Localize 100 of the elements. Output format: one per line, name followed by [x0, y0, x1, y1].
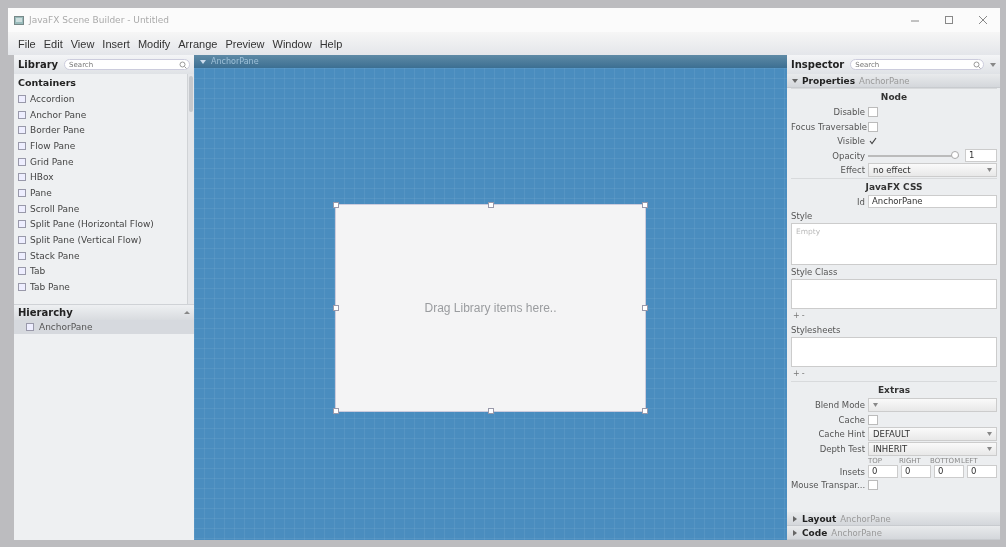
- inset-field[interactable]: 0: [868, 465, 898, 478]
- accordion-header[interactable]: Code AnchorPane: [787, 526, 1000, 540]
- panel-title: Inspector: [791, 59, 845, 70]
- caret-icon: [184, 309, 190, 316]
- accordion-title: Properties: [802, 75, 856, 86]
- property-label: Visible: [836, 136, 865, 147]
- checkbox[interactable]: [868, 107, 878, 118]
- menu-item[interactable]: Help: [319, 37, 343, 50]
- library-item[interactable]: Stack Pane: [18, 247, 183, 264]
- checkbox[interactable]: [868, 136, 878, 147]
- resize-handle[interactable]: [642, 305, 648, 311]
- library-item[interactable]: Pane: [18, 185, 183, 201]
- panel-title: Hierarchy: [18, 307, 73, 318]
- property-label: Style Class: [791, 266, 839, 277]
- checkbox[interactable]: [868, 121, 878, 132]
- dropdown[interactable]: [868, 398, 997, 413]
- library-item[interactable]: Split Pane (Vertical Flow): [18, 232, 183, 248]
- property-label: Effect: [839, 165, 865, 176]
- property-label: Mouse Transpar...: [791, 480, 865, 491]
- property-label: Insets: [838, 466, 865, 477]
- library-item[interactable]: Accordion: [18, 91, 183, 107]
- list-button[interactable]: +: [793, 312, 800, 320]
- app-icon: [14, 15, 24, 25]
- property-label: Id: [856, 196, 865, 207]
- maximize-icon: [944, 15, 954, 25]
- resize-handle[interactable]: [333, 408, 339, 414]
- resize-handle[interactable]: [487, 408, 494, 414]
- property-label: Depth Test: [818, 443, 865, 454]
- accordion-header[interactable]: Layout AnchorPane: [787, 512, 1000, 526]
- accordion-header[interactable]: Properties AnchorPane: [787, 74, 1000, 88]
- library-item[interactable]: Scroll Pane: [18, 200, 183, 217]
- slider-thumb[interactable]: [951, 150, 959, 159]
- checkbox[interactable]: [868, 414, 878, 425]
- menu-item[interactable]: View: [70, 37, 95, 50]
- library-item[interactable]: Flow Pane: [18, 138, 183, 154]
- search-icon: [973, 61, 981, 69]
- menu-item[interactable]: File: [18, 37, 36, 50]
- accordion-title: Layout: [802, 513, 837, 524]
- search-icon: [179, 61, 187, 69]
- dropdown-arrow-icon: [873, 403, 878, 408]
- menu-item[interactable]: Modify: [137, 37, 171, 50]
- property-label: Disable: [832, 107, 865, 118]
- dropdown[interactable]: no effect: [868, 163, 997, 178]
- menu-item[interactable]: Insert: [102, 37, 130, 50]
- resize-handle[interactable]: [333, 202, 339, 208]
- library-item[interactable]: Border Pane: [18, 122, 183, 139]
- resize-handle[interactable]: [487, 202, 494, 208]
- list-box[interactable]: [791, 279, 997, 309]
- dropdown-arrow-icon: [987, 432, 992, 437]
- text-field[interactable]: AnchorPane: [868, 195, 997, 209]
- panel-title: Library: [18, 59, 59, 70]
- close-icon: [978, 15, 988, 25]
- container-icon: [26, 323, 34, 331]
- resize-handle[interactable]: [642, 408, 648, 414]
- property-label: Style: [791, 210, 814, 221]
- accordion-target: AnchorPane: [831, 527, 882, 538]
- caret-icon: [990, 61, 996, 68]
- property-label: Opacity: [831, 150, 865, 161]
- dropdown[interactable]: DEFAULT: [868, 427, 997, 442]
- window-title: JavaFX Scene Builder - Untitled: [29, 15, 169, 25]
- library-item[interactable]: Split Pane (Horizontal Flow): [18, 216, 183, 233]
- scroll-thumb[interactable]: [189, 76, 193, 112]
- menu-item[interactable]: Edit: [43, 37, 63, 50]
- menu-item[interactable]: Arrange: [178, 37, 218, 50]
- list-button[interactable]: -: [801, 312, 805, 320]
- dropdown-arrow-icon: [987, 446, 992, 451]
- scrollbar[interactable]: [187, 74, 194, 304]
- hierarchy-item[interactable]: AnchorPane: [14, 320, 194, 334]
- drop-hint: Drag Library items here..: [424, 301, 557, 315]
- accordion-title: Code: [802, 527, 828, 538]
- opacity-field[interactable]: 1: [965, 149, 997, 163]
- accordion-target: AnchorPane: [840, 513, 891, 524]
- inset-field[interactable]: 0: [901, 465, 931, 478]
- property-label: Cache: [837, 414, 865, 425]
- checkbox[interactable]: [868, 480, 878, 491]
- library-item[interactable]: Anchor Pane: [18, 106, 183, 123]
- property-label: Focus Traversable: [791, 121, 865, 132]
- menu-item[interactable]: Preview: [225, 37, 265, 50]
- property-label: Cache Hint: [817, 429, 865, 440]
- menu-item[interactable]: Window: [272, 37, 312, 50]
- dropdown-arrow-icon: [987, 168, 992, 173]
- inset-field[interactable]: 0: [934, 465, 964, 478]
- section-heading: JavaFX CSS: [791, 177, 997, 195]
- caret-icon: [200, 58, 206, 65]
- list-button[interactable]: -: [801, 370, 805, 378]
- list-box[interactable]: [791, 337, 997, 367]
- library-item[interactable]: Tab: [18, 263, 183, 280]
- library-item[interactable]: Tab Pane: [18, 279, 183, 295]
- resize-handle[interactable]: [642, 202, 648, 208]
- resize-handle[interactable]: [333, 305, 339, 311]
- section-heading: Node: [791, 88, 997, 105]
- list-button[interactable]: +: [793, 370, 800, 378]
- library-item[interactable]: HBox: [18, 169, 183, 186]
- property-label: Stylesheets: [791, 324, 842, 335]
- section-heading: Containers: [18, 76, 78, 90]
- library-item[interactable]: Grid Pane: [18, 153, 183, 170]
- dropdown[interactable]: INHERIT: [868, 441, 997, 456]
- inset-field[interactable]: 0: [967, 465, 997, 478]
- accordion-target: AnchorPane: [859, 75, 910, 86]
- property-label: Blend Mode: [813, 400, 865, 411]
